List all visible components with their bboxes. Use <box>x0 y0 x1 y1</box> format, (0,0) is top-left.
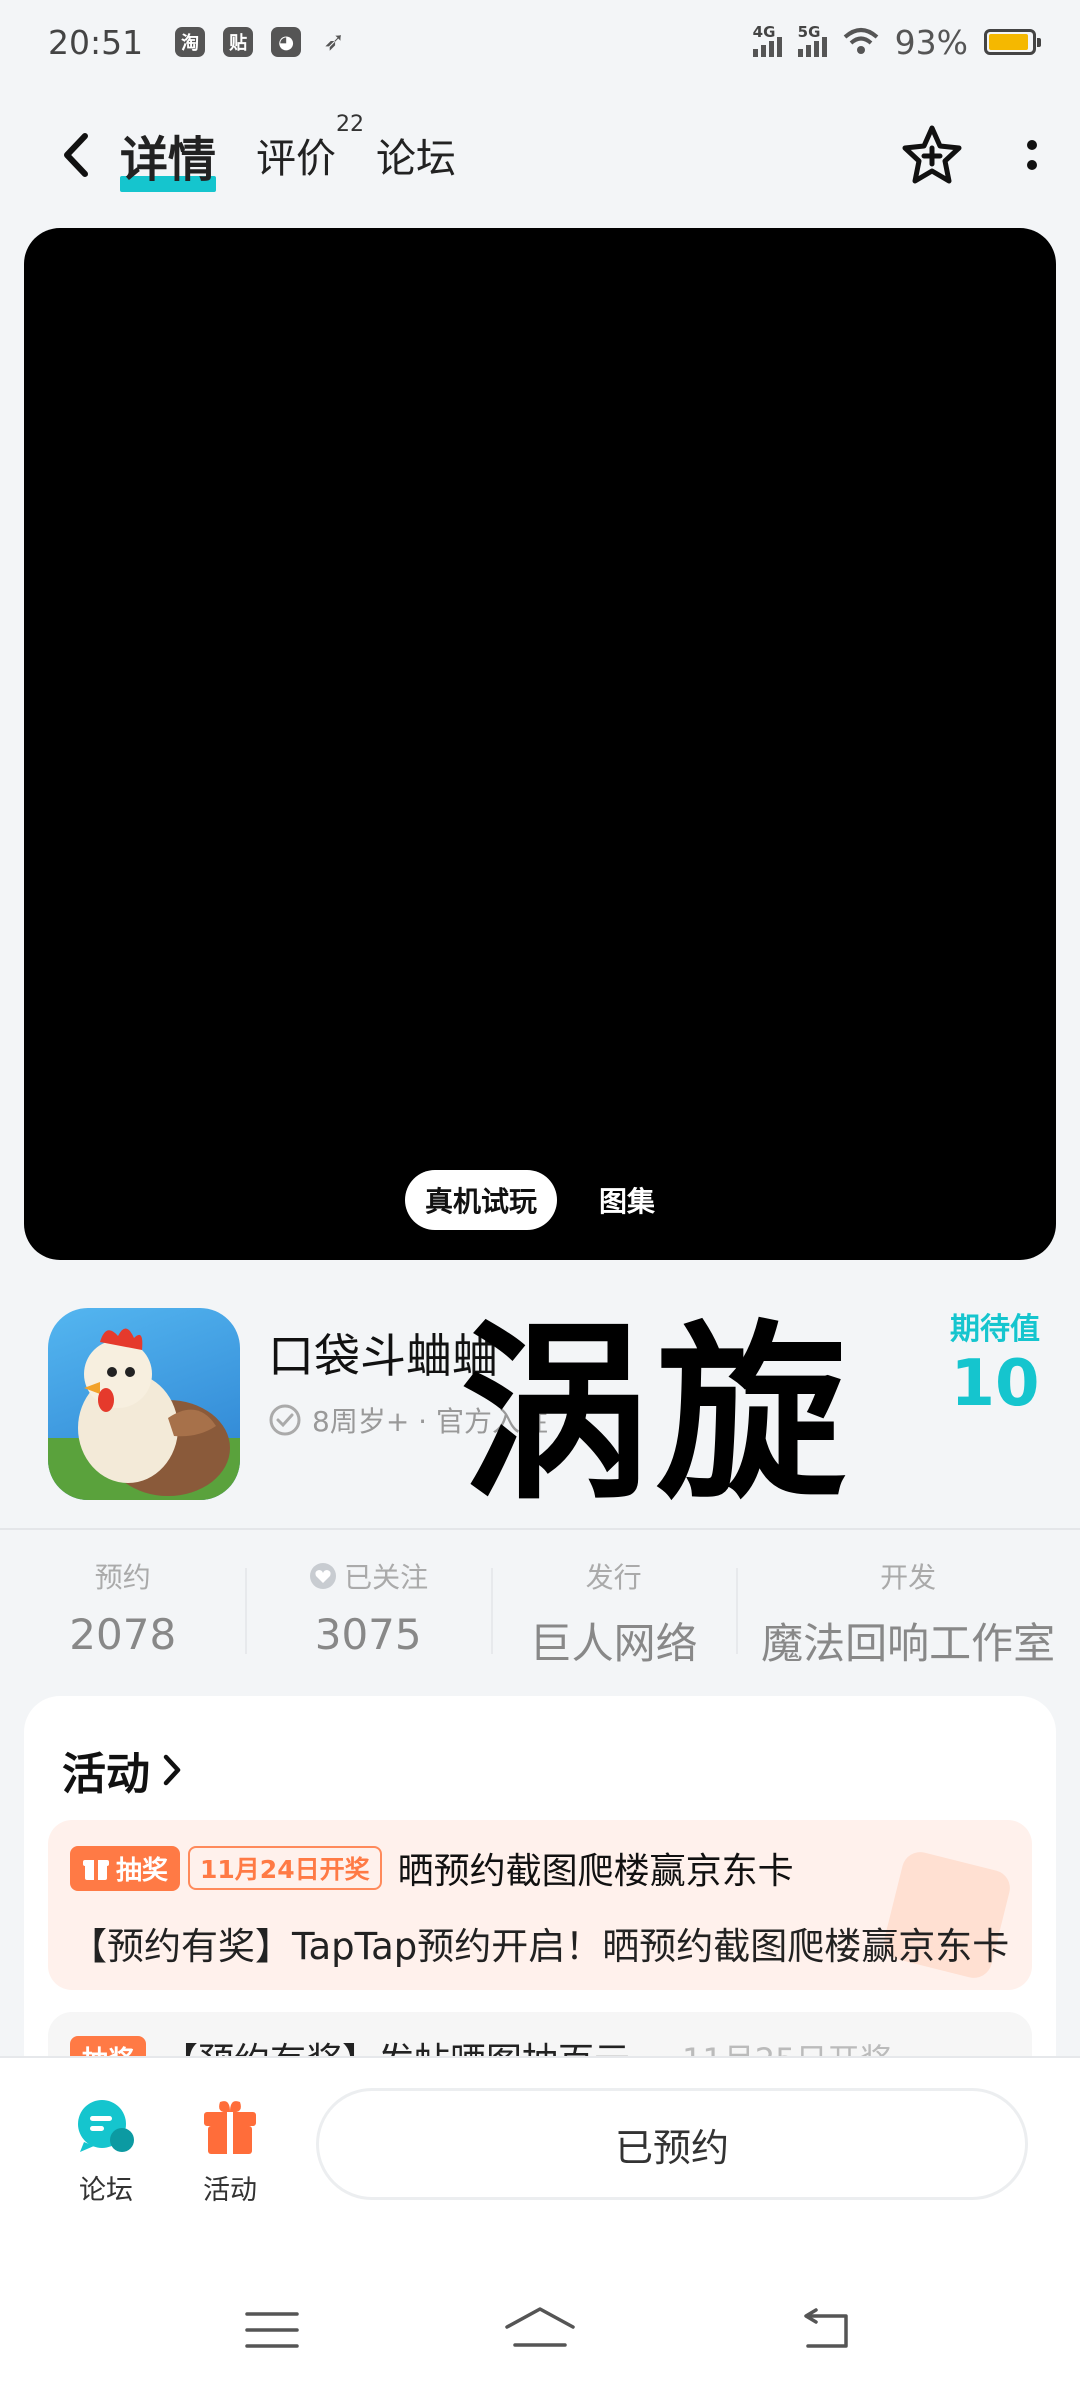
chevron-left-icon <box>64 133 88 177</box>
activity-title: 活动 <box>62 1749 150 1800</box>
forum-button[interactable]: 论坛 <box>56 2096 156 2207</box>
activity-card: 活动 抽奖 11月24日开奖 晒预约截图爬楼赢京东卡 【预约有奖】TapTap预… <box>24 1696 1056 2076</box>
tab-details[interactable]: 详情 <box>120 120 217 192</box>
activity-button[interactable]: 活动 <box>180 2096 280 2207</box>
activity-item-title: 晒预约截图爬楼赢京东卡 <box>397 1851 794 1892</box>
back-button[interactable] <box>40 115 110 195</box>
taobao-icon: 淘 <box>175 27 206 57</box>
stat-value: 魔法回响工作室 <box>761 1619 1056 1668</box>
battery-fill <box>989 34 1029 50</box>
top-nav: 详情 评价 22 论坛 <box>0 110 1080 200</box>
stat-reservations: 预约 2078 <box>0 1556 245 1678</box>
verified-check-icon <box>269 1404 301 1436</box>
back-nav-button[interactable] <box>784 2300 864 2360</box>
battery-percent: 93% <box>894 22 968 62</box>
stat-label: 发行 <box>585 1561 642 1594</box>
watermark-text: 涡旋 <box>460 1304 853 1525</box>
expectation-label: 期待值 <box>950 1312 1040 1347</box>
system-nav-bar <box>0 2300 1080 2380</box>
status-right: 4G 5G 93% <box>752 22 1041 62</box>
forum-chat-icon <box>78 2100 134 2152</box>
battery-icon <box>984 29 1041 55</box>
draw-date-badge: 11月24日开奖 <box>188 1846 382 1890</box>
status-left: 20:51 淘 贴 ◕ ➶ <box>48 23 349 62</box>
stat-developer[interactable]: 开发 魔法回响工作室 <box>736 1556 1080 1678</box>
activity-item-header: 抽奖 11月24日开奖 晒预约截图爬楼赢京东卡 <box>70 1842 794 1894</box>
status-time: 20:51 <box>48 22 144 62</box>
heart-icon <box>310 1563 337 1589</box>
activity-item[interactable]: 抽奖 11月24日开奖 晒预约截图爬楼赢京东卡 【预约有奖】TapTap预约开启… <box>48 1820 1032 1990</box>
lottery-badge: 抽奖 <box>70 1845 181 1891</box>
signal-5g-icon: 5G <box>797 23 827 57</box>
bottom-bar: 论坛 活动 已预约 <box>0 2056 1080 2400</box>
wifi-icon <box>843 28 878 54</box>
activity-label: 活动 <box>203 2175 257 2206</box>
status-bar: 20:51 淘 贴 ◕ ➶ 4G 5G 93% <box>0 0 1080 84</box>
gift-icon <box>83 1860 109 1880</box>
activity-header[interactable]: 活动 <box>62 1738 182 1802</box>
reserved-button[interactable]: 已预约 <box>316 2088 1028 2200</box>
activity-item-desc: 【预约有奖】TapTap预约开启！晒预约截图爬楼赢京东卡 <box>70 1925 1010 1968</box>
media-viewer[interactable]: 真机试玩 图集 <box>24 228 1056 1260</box>
tab-real-device-trial[interactable]: 真机试玩 <box>404 1170 557 1230</box>
tieba-icon: 贴 <box>223 27 254 57</box>
media-tabs: 真机试玩 图集 <box>24 1170 1056 1230</box>
stat-label: 开发 <box>880 1561 937 1594</box>
tab-reviews[interactable]: 评价 22 <box>256 112 364 184</box>
expectation-value: 10 <box>950 1347 1040 1421</box>
stat-publisher[interactable]: 发行 巨人网络 <box>490 1556 736 1678</box>
menu-button[interactable] <box>232 2300 312 2360</box>
return-icon <box>804 2308 848 2348</box>
stat-value: 2078 <box>69 1610 177 1659</box>
reviews-count-badge: 22 <box>336 112 365 137</box>
app-icon[interactable] <box>48 1308 240 1500</box>
stat-label: 预约 <box>94 1561 151 1594</box>
stat-value: 3075 <box>314 1610 422 1659</box>
cat-icon: ◕ <box>271 27 302 57</box>
menu-icon <box>245 2312 299 2348</box>
tab-gallery[interactable]: 图集 <box>579 1170 675 1230</box>
tab-forum[interactable]: 论坛 <box>376 126 456 184</box>
star-add-icon[interactable] <box>900 124 964 186</box>
stat-followers[interactable]: 已关注 3075 <box>245 1556 490 1678</box>
stats-row: 预约 2078 已关注 3075 发行 巨人网络 开发 魔法回响工作室 <box>0 1528 1080 1678</box>
stat-label-followed: 已关注 <box>245 1556 490 1596</box>
gift-icon <box>204 2101 256 2154</box>
bird-icon: ➶ <box>323 27 345 57</box>
tab-reviews-label: 评价 <box>256 136 337 182</box>
home-icon <box>505 2307 575 2347</box>
more-options-icon[interactable] <box>1024 135 1040 175</box>
app-info: 口袋斗蛐蛐 8周岁+ · 官方入驻 涡旋 期待值 10 <box>0 1290 1080 1530</box>
forum-label: 论坛 <box>79 2175 133 2206</box>
nav-actions <box>900 124 1040 186</box>
chevron-right-icon <box>163 1754 181 1786</box>
expectation-score: 期待值 10 <box>950 1304 1040 1416</box>
home-button[interactable] <box>500 2300 580 2360</box>
signal-4g-icon: 4G <box>752 23 782 57</box>
stat-value: 巨人网络 <box>529 1619 698 1668</box>
rooster-logo <box>48 1328 240 1500</box>
